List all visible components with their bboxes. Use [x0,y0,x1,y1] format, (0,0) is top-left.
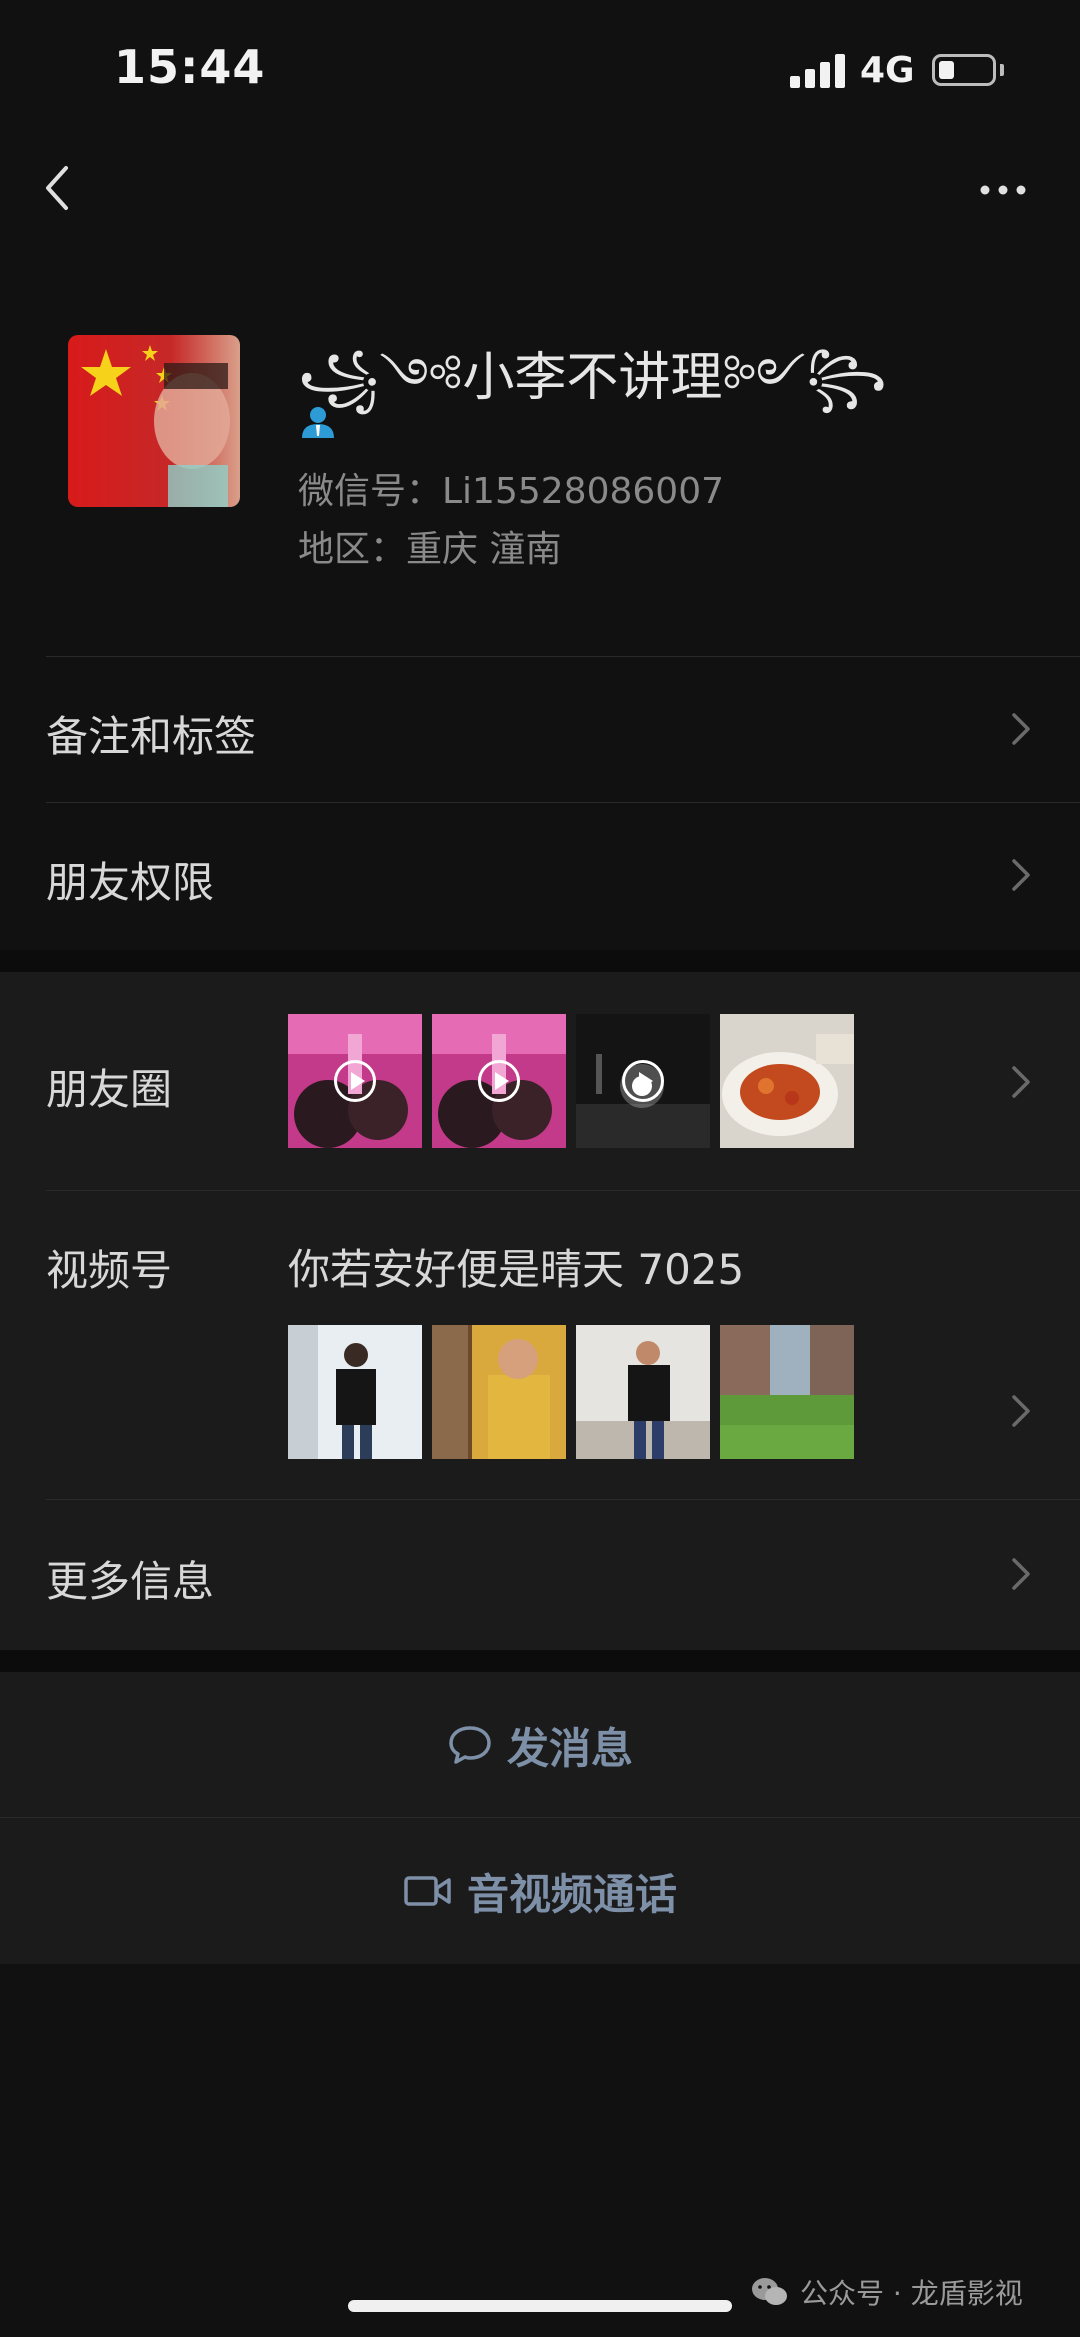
network-type: 4G [860,50,915,91]
signal-icon [790,54,846,88]
remarks-tags-row[interactable]: 备注和标签 [0,657,1080,802]
video-call-button[interactable]: 音视频通话 [0,1818,1080,1964]
home-indicator[interactable] [348,2300,732,2312]
status-time: 15:44 [114,40,266,94]
channel-name: 你若安好便是晴天 7025 [288,1245,745,1294]
send-message-button[interactable]: 发消息 [0,1672,1080,1818]
profile-nickname: ꧁༺小李不讲理༻꧂ [298,348,887,408]
play-icon [478,1060,520,1102]
back-icon[interactable] [36,160,84,216]
channels-thumb-4 [720,1325,854,1459]
chat-bubble-icon [449,1726,491,1764]
channels-thumb-3 [576,1325,710,1459]
channels-label: 视频号 [46,1246,173,1295]
moments-thumb-4 [720,1014,854,1148]
battery-icon [932,54,996,86]
play-icon [334,1060,376,1102]
play-icon [622,1060,664,1102]
moments-thumb-3 [576,1014,710,1148]
more-info-label: 更多信息 [46,1557,215,1606]
video-camera-icon [404,1876,451,1906]
watermark-text: 公众号 · 龙盾影视 [800,2277,1023,2310]
chevron-right-icon [1006,1554,1036,1594]
chevron-right-icon [1006,709,1036,749]
more-options-icon[interactable] [975,170,1035,210]
moments-label: 朋友圈 [46,1065,173,1114]
channels-thumb-2 [432,1325,566,1459]
more-info-row[interactable]: 更多信息 [0,1500,1080,1650]
battery-tip [1000,64,1004,76]
send-message-label: 发消息 [506,1723,633,1773]
watermark: 公众号 · 龙盾影视 [750,2272,1023,2312]
remarks-tags-label: 备注和标签 [46,712,257,761]
moments-thumb-2 [432,1014,566,1148]
region: 地区：重庆 潼南 [298,529,562,570]
moments-row[interactable]: 朋友圈 [0,972,1080,1190]
section-gap [0,1650,1080,1672]
moments-thumb-1 [288,1014,422,1148]
wechat-logo-icon [752,2278,787,2305]
chevron-right-icon [1006,1391,1036,1431]
person-icon [298,402,338,442]
friend-permissions-label: 朋友权限 [46,858,215,907]
chevron-right-icon [1006,1062,1036,1102]
video-call-label: 音视频通话 [466,1869,677,1919]
chevron-right-icon [1006,855,1036,895]
status-bar: 15:44 4G [0,0,1080,140]
channels-thumb-1 [288,1325,422,1459]
avatar[interactable] [68,335,240,507]
wechat-id: 微信号：Li15528086007 [298,471,725,512]
section-gap [0,950,1080,972]
friend-permissions-row[interactable]: 朋友权限 [0,803,1080,948]
